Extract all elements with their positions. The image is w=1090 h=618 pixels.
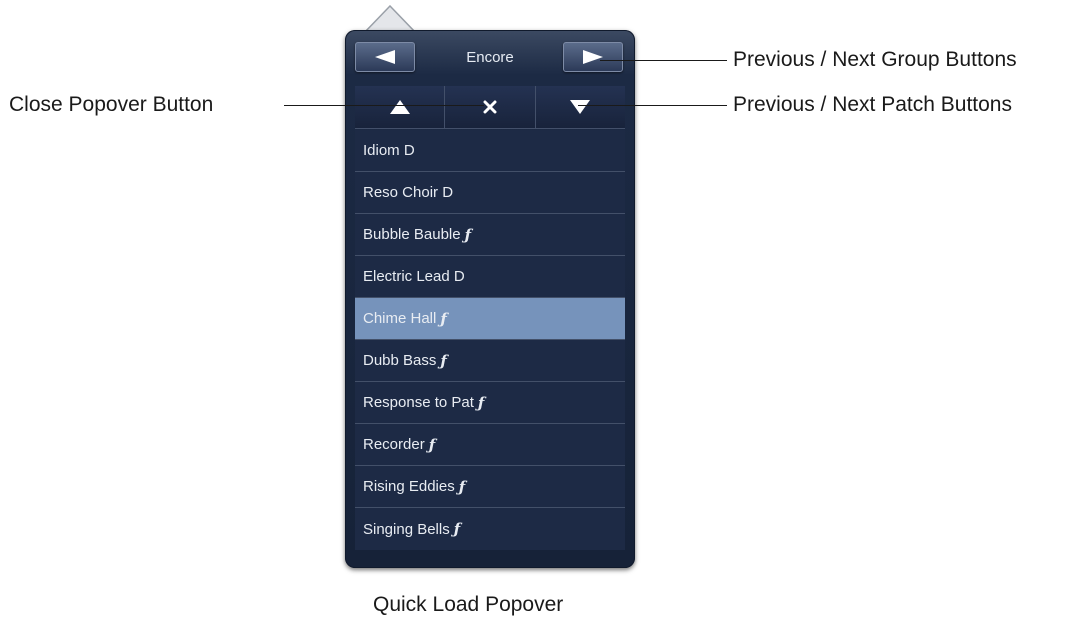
down-triangle-icon (570, 100, 591, 114)
patch-buttons-callout: Previous / Next Patch Buttons (733, 93, 1012, 116)
patch-list-item[interactable]: Response to Pat ƒ (355, 382, 625, 424)
popover-arrow (364, 5, 416, 33)
up-triangle-icon (389, 100, 410, 114)
patch-list-item[interactable]: Recorder ƒ (355, 424, 625, 466)
group-title: Encore (466, 48, 514, 66)
patch-list-item[interactable]: Reso Choir D (355, 172, 625, 214)
patch-name: Recorder (363, 436, 425, 453)
quick-load-popover: Encore Idiom D Reso Choir D Bubble Bauble ƒ… (345, 30, 635, 568)
patch-name: Singing Bells (363, 520, 450, 538)
patch-name: Idiom D (363, 142, 415, 159)
patch-name: Rising Eddies (363, 478, 455, 495)
patch-flag: ƒ (464, 225, 472, 244)
patch-flag: ƒ (453, 520, 461, 538)
patch-list-item[interactable]: Rising Eddies ƒ (355, 466, 625, 508)
patch-list-item[interactable]: Idiom D (355, 130, 625, 172)
patch-buttons-leader (578, 105, 727, 106)
previous-group-button[interactable] (355, 42, 415, 72)
next-patch-button[interactable] (535, 86, 625, 128)
patch-name: Chime Hall (363, 310, 437, 327)
patch-nav-bar (355, 86, 625, 129)
close-popover-button[interactable] (445, 86, 536, 128)
close-button-callout: Close Popover Button (9, 93, 214, 116)
left-triangle-icon (375, 50, 395, 64)
patch-list-item[interactable]: Chime Hall ƒ (355, 298, 625, 340)
figure-caption: Quick Load Popover (373, 593, 564, 616)
patch-name: Reso Choir D (363, 184, 454, 201)
patch-name: Dubb Bass (363, 352, 437, 369)
patch-flag: ƒ (440, 309, 447, 328)
previous-patch-button[interactable] (355, 86, 446, 128)
patch-name: Bubble Bauble (363, 226, 461, 243)
next-group-button[interactable] (563, 42, 623, 72)
patch-name: Response to Pat (363, 394, 474, 411)
patch-flag: ƒ (458, 477, 466, 496)
close-button-leader (284, 105, 484, 106)
right-triangle-icon (583, 50, 603, 64)
patch-flag: ƒ (428, 435, 436, 454)
patch-flag: ƒ (477, 393, 485, 412)
patch-name: Electric Lead D (363, 268, 465, 285)
group-buttons-leader (600, 60, 727, 61)
patch-list-item[interactable]: Dubb Bass ƒ (355, 340, 625, 382)
group-buttons-callout: Previous / Next Group Buttons (733, 48, 1017, 71)
close-x-icon (483, 100, 497, 114)
patch-list-item[interactable]: Bubble Bauble ƒ (355, 214, 625, 256)
patch-list: Idiom D Reso Choir D Bubble Bauble ƒ Electri… (355, 130, 625, 550)
patch-flag: ƒ (440, 351, 447, 370)
patch-list-item[interactable]: Singing Bells ƒ (355, 508, 625, 550)
patch-list-item[interactable]: Electric Lead D (355, 256, 625, 298)
